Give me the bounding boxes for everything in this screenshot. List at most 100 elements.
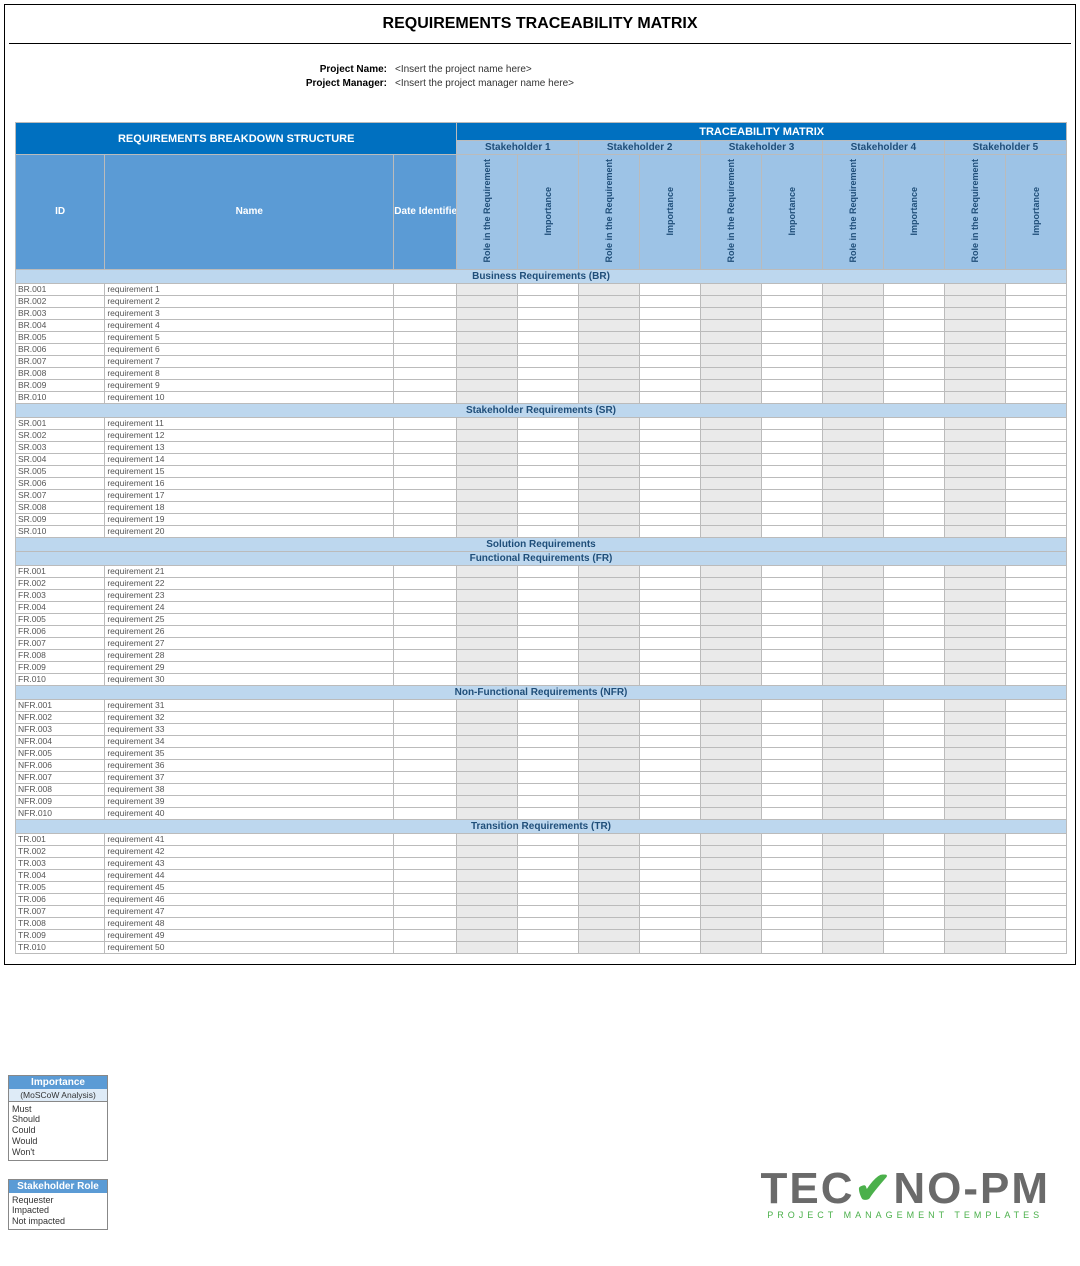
cell-role[interactable] [701, 477, 762, 489]
cell-date[interactable] [394, 391, 457, 403]
cell-date[interactable] [394, 601, 457, 613]
cell-importance[interactable] [762, 747, 823, 759]
cell-importance[interactable] [640, 391, 701, 403]
cell-importance[interactable] [1005, 319, 1066, 331]
cell-role[interactable] [701, 783, 762, 795]
cell-importance[interactable] [1005, 625, 1066, 637]
cell-importance[interactable] [518, 661, 579, 673]
cell-id[interactable]: TR.004 [16, 869, 105, 881]
cell-role[interactable] [701, 699, 762, 711]
cell-role[interactable] [579, 513, 640, 525]
cell-role[interactable] [701, 929, 762, 941]
cell-role[interactable] [944, 453, 1005, 465]
cell-importance[interactable] [762, 331, 823, 343]
cell-importance[interactable] [1005, 613, 1066, 625]
cell-role[interactable] [944, 893, 1005, 905]
cell-role[interactable] [457, 513, 518, 525]
cell-date[interactable] [394, 525, 457, 537]
cell-id[interactable]: NFR.010 [16, 807, 105, 819]
cell-id[interactable]: SR.003 [16, 441, 105, 453]
cell-date[interactable] [394, 307, 457, 319]
cell-id[interactable]: BR.001 [16, 283, 105, 295]
cell-importance[interactable] [518, 589, 579, 601]
cell-importance[interactable] [1005, 489, 1066, 501]
cell-role[interactable] [944, 661, 1005, 673]
cell-role[interactable] [457, 601, 518, 613]
cell-role[interactable] [579, 941, 640, 953]
cell-importance[interactable] [518, 417, 579, 429]
cell-name[interactable]: requirement 29 [105, 661, 394, 673]
cell-importance[interactable] [762, 699, 823, 711]
cell-role[interactable] [701, 489, 762, 501]
cell-role[interactable] [457, 501, 518, 513]
cell-role[interactable] [457, 343, 518, 355]
cell-importance[interactable] [1005, 723, 1066, 735]
cell-role[interactable] [823, 917, 884, 929]
cell-importance[interactable] [762, 649, 823, 661]
cell-role[interactable] [823, 429, 884, 441]
cell-importance[interactable] [1005, 283, 1066, 295]
cell-importance[interactable] [883, 833, 944, 845]
cell-date[interactable] [394, 711, 457, 723]
cell-importance[interactable] [640, 489, 701, 501]
cell-name[interactable]: requirement 31 [105, 699, 394, 711]
cell-importance[interactable] [1005, 577, 1066, 589]
cell-role[interactable] [701, 637, 762, 649]
cell-id[interactable]: SR.004 [16, 453, 105, 465]
cell-importance[interactable] [1005, 295, 1066, 307]
cell-role[interactable] [823, 307, 884, 319]
cell-importance[interactable] [640, 941, 701, 953]
cell-role[interactable] [579, 429, 640, 441]
cell-id[interactable]: TR.001 [16, 833, 105, 845]
cell-name[interactable]: requirement 35 [105, 747, 394, 759]
cell-role[interactable] [701, 747, 762, 759]
cell-importance[interactable] [640, 283, 701, 295]
cell-role[interactable] [579, 893, 640, 905]
cell-name[interactable]: requirement 26 [105, 625, 394, 637]
cell-role[interactable] [457, 565, 518, 577]
project-name-value[interactable]: <Insert the project name here> [395, 64, 532, 75]
cell-role[interactable] [579, 577, 640, 589]
cell-importance[interactable] [1005, 661, 1066, 673]
cell-role[interactable] [579, 355, 640, 367]
cell-role[interactable] [579, 295, 640, 307]
cell-importance[interactable] [762, 367, 823, 379]
cell-role[interactable] [944, 845, 1005, 857]
cell-importance[interactable] [518, 513, 579, 525]
cell-role[interactable] [701, 613, 762, 625]
cell-id[interactable]: TR.010 [16, 941, 105, 953]
cell-name[interactable]: requirement 50 [105, 941, 394, 953]
cell-name[interactable]: requirement 36 [105, 759, 394, 771]
cell-importance[interactable] [883, 525, 944, 537]
cell-importance[interactable] [1005, 711, 1066, 723]
cell-role[interactable] [457, 673, 518, 685]
cell-importance[interactable] [1005, 367, 1066, 379]
cell-name[interactable]: requirement 7 [105, 355, 394, 367]
cell-role[interactable] [579, 367, 640, 379]
cell-importance[interactable] [518, 489, 579, 501]
cell-name[interactable]: requirement 30 [105, 673, 394, 685]
cell-role[interactable] [701, 355, 762, 367]
cell-importance[interactable] [640, 833, 701, 845]
cell-role[interactable] [944, 941, 1005, 953]
cell-date[interactable] [394, 355, 457, 367]
cell-importance[interactable] [883, 601, 944, 613]
cell-importance[interactable] [1005, 441, 1066, 453]
cell-importance[interactable] [640, 453, 701, 465]
cell-role[interactable] [457, 589, 518, 601]
cell-name[interactable]: requirement 17 [105, 489, 394, 501]
cell-date[interactable] [394, 577, 457, 589]
cell-role[interactable] [823, 881, 884, 893]
cell-role[interactable] [944, 771, 1005, 783]
cell-importance[interactable] [1005, 941, 1066, 953]
cell-role[interactable] [823, 673, 884, 685]
cell-importance[interactable] [518, 905, 579, 917]
cell-name[interactable]: requirement 4 [105, 319, 394, 331]
cell-id[interactable]: FR.007 [16, 637, 105, 649]
cell-date[interactable] [394, 881, 457, 893]
cell-importance[interactable] [883, 565, 944, 577]
cell-importance[interactable] [1005, 845, 1066, 857]
cell-role[interactable] [701, 723, 762, 735]
cell-role[interactable] [701, 601, 762, 613]
cell-date[interactable] [394, 807, 457, 819]
